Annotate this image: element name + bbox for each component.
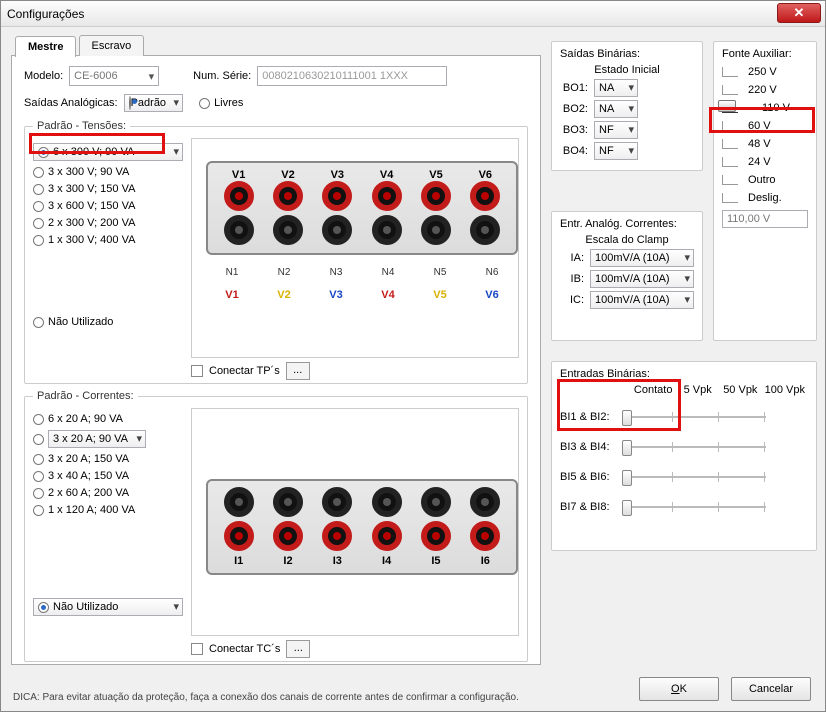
ok-button[interactable]: OK: [639, 677, 719, 701]
entradas-bin-legend: Entradas Binárias:: [560, 368, 808, 380]
serial-input[interactable]: 0080210630210111001 1XXX: [257, 66, 447, 86]
aux-outro[interactable]: Outro: [748, 174, 776, 186]
serial-label: Num. Série:: [193, 70, 251, 82]
tensao-opt-1[interactable]: 3 x 300 V; 90 VA: [33, 166, 183, 178]
aux-110[interactable]: 110 V: [762, 102, 790, 114]
ic-select[interactable]: 100mV/A (10A): [590, 291, 694, 309]
tc-more-button[interactable]: ...: [286, 640, 310, 658]
saidas-bin-legend: Saídas Binárias:: [560, 48, 694, 60]
button-bar: OK Cancelar: [639, 677, 811, 701]
title-bar: Configurações ✕: [1, 1, 825, 27]
bo4-select[interactable]: NF: [594, 142, 638, 160]
bo2-select[interactable]: NA: [594, 100, 638, 118]
corr-opt-1[interactable]: 3 x 20 A; 90 VA: [33, 430, 183, 448]
panel-saidas-binarias: Saídas Binárias: Estado Inicial BO1:NA B…: [551, 41, 703, 171]
model-label: Modelo:: [24, 70, 63, 82]
escala-clamp-label: Escala do Clamp: [560, 234, 694, 246]
entr-analog-legend: Entr. Analóg. Correntes:: [560, 218, 694, 230]
group-correntes: Padrão - Correntes: 6 x 20 A; 90 VA 3 x …: [24, 390, 528, 662]
tp-diagram: V1 V2 V3 V4 V5 V6: [191, 138, 519, 358]
corr-nao-utilizado[interactable]: Não Utilizado: [33, 598, 183, 616]
aux-24[interactable]: 24 V: [748, 156, 771, 168]
correntes-legend: Padrão - Correntes:: [33, 390, 138, 402]
tensao-nao-utilizado[interactable]: Não Utilizado: [33, 316, 183, 328]
bi78-slider[interactable]: [626, 498, 766, 516]
aux-250[interactable]: 250 V: [748, 66, 777, 78]
group-tensoes: Padrão - Tensões: 6 x 300 V; 90 VA 3 x 3…: [24, 120, 528, 384]
tensao-opt-2[interactable]: 3 x 300 V; 150 VA: [33, 183, 183, 195]
corr-opt-5[interactable]: 1 x 120 A; 400 VA: [33, 504, 183, 516]
tensao-opt-0[interactable]: 6 x 300 V; 90 VA: [33, 143, 183, 161]
model-combo[interactable]: CE-6006: [69, 66, 159, 86]
conectar-tp-label: Conectar TP´s: [209, 365, 280, 377]
aux-48[interactable]: 48 V: [748, 138, 771, 150]
config-dialog: Configurações ✕ Mestre Escravo Modelo: C…: [0, 0, 826, 712]
aux-deslig[interactable]: Deslig.: [748, 192, 782, 204]
panel-entr-analog: Entr. Analóg. Correntes: Escala do Clamp…: [551, 211, 703, 341]
conectar-tc-label: Conectar TC´s: [209, 643, 280, 655]
aux-220[interactable]: 220 V: [748, 84, 777, 96]
window-title: Configurações: [7, 7, 84, 21]
chk-conectar-tc[interactable]: [191, 643, 203, 655]
bi12-slider[interactable]: [626, 408, 766, 426]
corr-opt-3[interactable]: 3 x 40 A; 150 VA: [33, 470, 183, 482]
fonte-aux-legend: Fonte Auxiliar:: [722, 48, 808, 60]
corr-opt-4[interactable]: 2 x 60 A; 200 VA: [33, 487, 183, 499]
estado-inicial-label: Estado Inicial: [560, 64, 694, 76]
hint-text: DICA: Para evitar atuação da proteção, f…: [13, 692, 519, 703]
bi56-slider[interactable]: [626, 468, 766, 486]
aux-60[interactable]: 60 V: [748, 120, 771, 132]
ib-select[interactable]: 100mV/A (10A): [590, 270, 694, 288]
corr-opt-0[interactable]: 6 x 20 A; 90 VA: [33, 413, 183, 425]
ia-select[interactable]: 100mV/A (10A): [590, 249, 694, 267]
panel-entradas-bin: Entradas Binárias: Contato 5 Vpk 50 Vpk …: [551, 361, 817, 551]
tab-escravo[interactable]: Escravo: [79, 35, 145, 56]
tensoes-options: 6 x 300 V; 90 VA 3 x 300 V; 90 VA 3 x 30…: [33, 138, 183, 333]
close-button[interactable]: ✕: [777, 3, 821, 23]
radio-padrao[interactable]: Padrão: [124, 94, 183, 112]
aux-value[interactable]: 110,00 V: [722, 210, 808, 228]
tensao-opt-3[interactable]: 3 x 600 V; 150 VA: [33, 200, 183, 212]
cancel-button[interactable]: Cancelar: [731, 677, 811, 701]
tensoes-legend: Padrão - Tensões:: [33, 120, 130, 132]
analog-out-label: Saídas Analógicas:: [24, 97, 118, 109]
correntes-options: 6 x 20 A; 90 VA 3 x 20 A; 90 VA 3 x 20 A…: [33, 408, 183, 621]
tab-page-mestre: Modelo: CE-6006 Num. Série: 008021063021…: [11, 55, 541, 665]
bo1-select[interactable]: NA: [594, 79, 638, 97]
aux-slider-thumb[interactable]: [718, 100, 736, 112]
bi34-slider[interactable]: [626, 438, 766, 456]
panel-fonte-aux: Fonte Auxiliar: 250 V 220 V 110 V 60 V 4…: [713, 41, 817, 341]
corr-opt-2[interactable]: 3 x 20 A; 150 VA: [33, 453, 183, 465]
tensao-opt-4[interactable]: 2 x 300 V; 200 VA: [33, 217, 183, 229]
tab-strip: Mestre Escravo: [15, 35, 143, 56]
tab-mestre[interactable]: Mestre: [15, 36, 76, 57]
chk-conectar-tp[interactable]: [191, 365, 203, 377]
tensao-opt-5[interactable]: 1 x 300 V; 400 VA: [33, 234, 183, 246]
bo3-select[interactable]: NF: [594, 121, 638, 139]
tp-more-button[interactable]: ...: [286, 362, 310, 380]
radio-livres[interactable]: Livres: [199, 97, 243, 109]
tc-diagram: I1 I2 I3 I4 I5 I6: [191, 408, 519, 636]
